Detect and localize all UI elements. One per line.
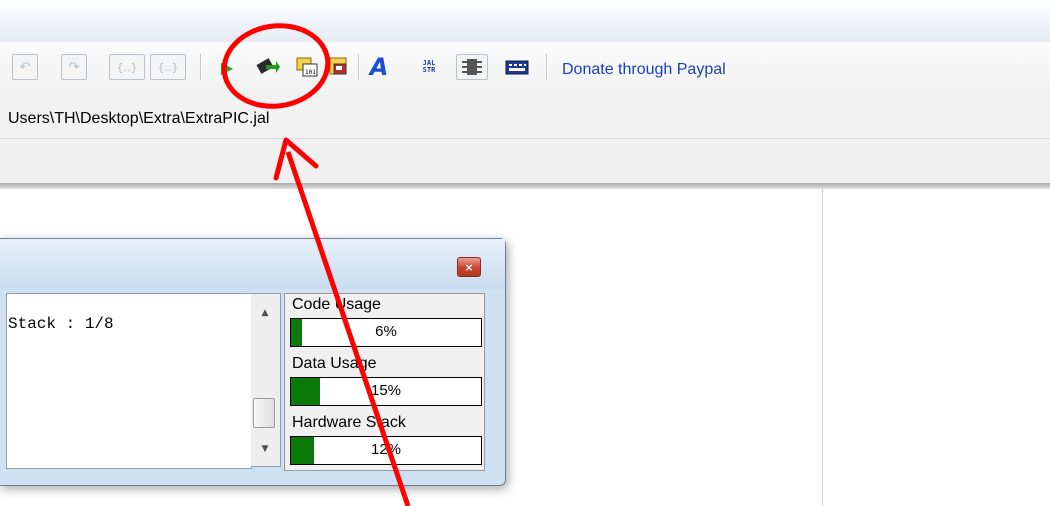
dialog-titlebar[interactable] bbox=[0, 239, 505, 289]
editor-margin-line bbox=[822, 189, 823, 506]
code-usage-label: Code Usage bbox=[292, 296, 381, 313]
scroll-up-arrow-icon[interactable]: ▲ bbox=[251, 308, 279, 318]
close-button[interactable]: × bbox=[457, 257, 481, 277]
toolbar-separator bbox=[200, 54, 202, 80]
toolbar-separator bbox=[546, 54, 548, 80]
chip-settings-icon bbox=[329, 57, 347, 75]
hardware-stack-percent: 12% bbox=[370, 441, 402, 458]
svg-text:101: 101 bbox=[305, 69, 316, 76]
stack-output-text: Stack : 1/8 bbox=[8, 315, 114, 333]
keyboard-button[interactable] bbox=[502, 54, 532, 80]
code-usage-bar: 6% bbox=[290, 318, 482, 347]
donate-link[interactable]: Donate through Paypal bbox=[562, 61, 726, 79]
toolbar-separator bbox=[358, 54, 360, 80]
jal-str-button[interactable]: JAL STR bbox=[414, 54, 444, 80]
redo-icon: ↷ bbox=[68, 59, 80, 75]
usage-panel: Code Usage 6% Data Usage 15% Hardware St… bbox=[284, 293, 485, 471]
font-a-icon: A bbox=[369, 53, 389, 81]
top-window-band bbox=[0, 0, 1050, 42]
chip-binary-icon: 101 bbox=[296, 57, 318, 77]
output-scrollbar[interactable]: ▲ ▼ bbox=[251, 293, 281, 467]
secondary-bar bbox=[0, 139, 1050, 183]
run-button[interactable]: ▶ bbox=[214, 54, 240, 80]
uncomment-block-button[interactable]: {..} bbox=[150, 54, 186, 80]
program-chip-button[interactable]: 101 bbox=[294, 54, 320, 80]
toolbar: ↶ ↷ {..} {..} ▶ 101 A JAL STR bbox=[0, 42, 1050, 99]
file-path: Users\TH\Desktop\Extra\ExtraPIC.jal bbox=[8, 110, 270, 127]
keyboard-icon bbox=[505, 60, 529, 75]
data-usage-bar: 15% bbox=[290, 377, 482, 406]
jal-str-icon: JAL STR bbox=[422, 59, 436, 74]
hardware-stack-label: Hardware Stack bbox=[292, 414, 406, 431]
scroll-down-arrow-icon[interactable]: ▼ bbox=[251, 444, 279, 454]
code-usage-percent: 6% bbox=[375, 323, 397, 340]
hardware-stack-bar: 12% bbox=[290, 436, 482, 465]
ic-pinout-icon bbox=[462, 59, 482, 75]
play-icon: ▶ bbox=[220, 57, 234, 77]
compile-results-dialog: × Stack : 1/8 ▲ ▼ Code Usage 6% Data Usa… bbox=[0, 238, 506, 486]
braces-icon: {..} bbox=[116, 60, 138, 74]
data-usage-percent: 15% bbox=[370, 382, 402, 399]
comment-block-button[interactable]: {..} bbox=[109, 54, 145, 80]
compile-button[interactable] bbox=[254, 54, 280, 80]
font-button[interactable]: A bbox=[366, 53, 392, 81]
undo-icon: ↶ bbox=[19, 59, 31, 75]
data-usage-label: Data Usage bbox=[292, 355, 377, 372]
undo-button[interactable]: ↶ bbox=[12, 54, 38, 80]
ic-pinout-button[interactable] bbox=[456, 54, 488, 80]
braces-icon: {..} bbox=[157, 60, 179, 74]
close-icon: × bbox=[464, 260, 474, 274]
scroll-thumb[interactable] bbox=[253, 398, 275, 428]
redo-button[interactable]: ↷ bbox=[61, 54, 87, 80]
compile-chip-icon bbox=[256, 58, 280, 74]
chip-settings-button[interactable] bbox=[326, 54, 352, 80]
